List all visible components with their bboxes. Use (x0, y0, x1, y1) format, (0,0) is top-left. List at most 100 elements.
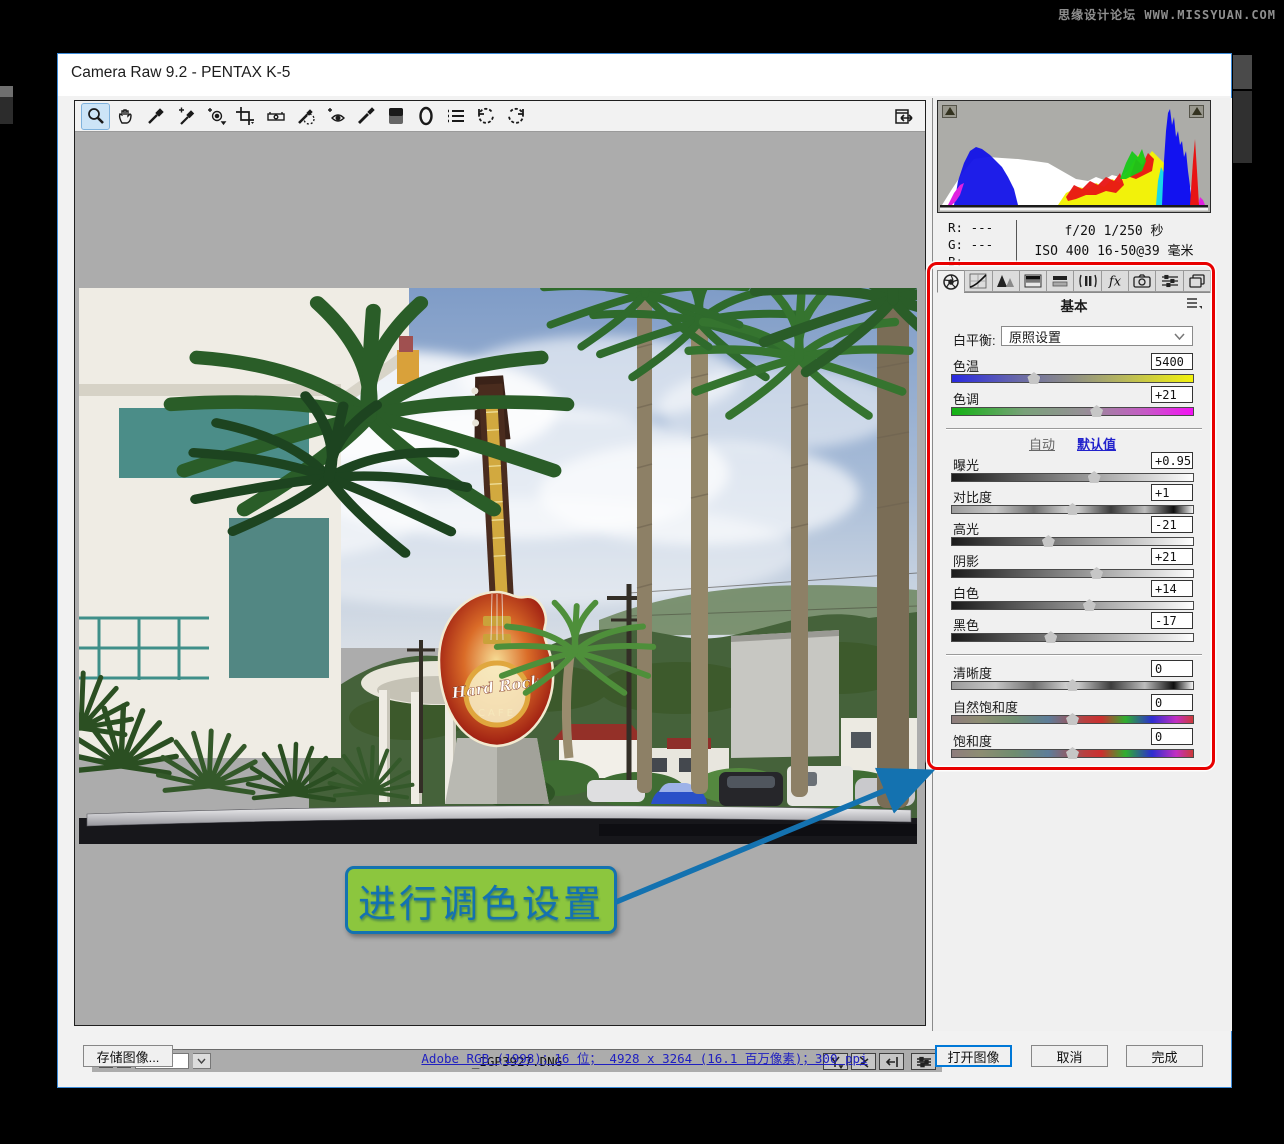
saturation-thumb[interactable] (1066, 747, 1079, 759)
rgb-readout: R: --- G: --- B: --- (948, 219, 993, 270)
shadow-clipping-toggle[interactable] (942, 105, 957, 118)
tint-label: 色调 (953, 389, 979, 408)
contrast-value[interactable]: +1 (1151, 484, 1193, 501)
tab-tone-curve[interactable] (964, 270, 991, 292)
exif-info: f/20 1/250 秒 ISO 400 16-50@39 毫米 (1018, 222, 1210, 262)
annotation-callout: 进行调色设置 (345, 866, 617, 934)
workflow-options-link[interactable]: Adobe RGB (1998)；16 位； 4928 x 3264 (16.1… (421, 1051, 867, 1066)
red-readout: R: --- (948, 219, 993, 236)
slider-vibrance: 自然饱和度 0 (951, 697, 1194, 727)
highlight-clipping-toggle[interactable] (1189, 105, 1204, 118)
clarity-track[interactable] (951, 681, 1194, 690)
exif-divider (1016, 220, 1017, 264)
annotation-text: 进行调色设置 (358, 873, 604, 928)
highlights-thumb[interactable] (1042, 535, 1055, 547)
default-link[interactable]: 默认值 (1077, 437, 1116, 452)
slider-saturation: 饱和度 0 (951, 731, 1194, 761)
background-window-fragment (0, 86, 13, 97)
shadows-value[interactable]: +21 (1151, 548, 1193, 565)
title-bar[interactable]: Camera Raw 9.2 - PENTAX K-5 (58, 54, 1231, 96)
background-window-fragment (1233, 55, 1252, 89)
slider-tint: 色调 +21 (951, 389, 1194, 419)
temperature-thumb[interactable] (1027, 372, 1040, 384)
auto-link[interactable]: 自动 (1029, 437, 1055, 452)
whites-label: 白色 (953, 583, 979, 602)
spot-removal-icon[interactable] (292, 104, 319, 129)
exposure-thumb[interactable] (1088, 471, 1101, 483)
tint-thumb[interactable] (1090, 405, 1103, 417)
tab-split-toning[interactable] (1046, 270, 1073, 292)
tab-presets[interactable] (1155, 270, 1182, 292)
red-eye-removal-icon[interactable] (322, 104, 349, 129)
slider-temperature: 色温 5400 (951, 356, 1194, 386)
whites-thumb[interactable] (1083, 599, 1096, 611)
white-balance-select[interactable]: 原照设置 (1001, 326, 1193, 346)
vibrance-value[interactable]: 0 (1151, 694, 1193, 711)
targeted-adjustment-icon[interactable] (202, 104, 229, 129)
preset-list-icon[interactable] (442, 104, 469, 129)
white-balance-eyedropper-icon[interactable] (142, 104, 169, 129)
green-readout: G: --- (948, 236, 993, 253)
straighten-tool-icon[interactable] (262, 104, 289, 129)
whites-track[interactable] (951, 601, 1194, 610)
photo-preview[interactable]: Hard Rock CAFE (79, 288, 917, 844)
vibrance-thumb[interactable] (1066, 713, 1079, 725)
hand-tool-icon[interactable] (112, 104, 139, 129)
saturation-track[interactable] (951, 749, 1194, 758)
open-image-button[interactable]: 打开图像 (935, 1045, 1012, 1067)
contrast-thumb[interactable] (1066, 503, 1079, 515)
toggle-fullscreen-icon[interactable] (892, 105, 916, 127)
tab-hsl-grayscale[interactable] (1019, 270, 1046, 292)
tools-toolbar (75, 101, 925, 132)
blacks-thumb[interactable] (1044, 631, 1057, 643)
temperature-label: 色温 (953, 356, 979, 375)
saturation-value[interactable]: 0 (1151, 728, 1193, 745)
shadows-thumb[interactable] (1090, 567, 1103, 579)
tint-track[interactable] (951, 407, 1194, 416)
color-sampler-icon[interactable] (172, 104, 199, 129)
blacks-value[interactable]: -17 (1151, 612, 1193, 629)
histogram-plot (938, 101, 1210, 212)
blacks-label: 黑色 (953, 615, 979, 634)
exposure-label: 曝光 (953, 455, 979, 474)
highlights-value[interactable]: -21 (1151, 516, 1193, 533)
slider-contrast: 对比度 +1 (951, 487, 1194, 517)
crop-tool-icon[interactable] (232, 104, 259, 129)
adjustment-brush-icon[interactable] (352, 104, 379, 129)
highlights-label: 高光 (953, 519, 979, 538)
slider-clarity: 清晰度 0 (951, 663, 1194, 693)
exposure-value[interactable]: +0.95 (1151, 452, 1193, 469)
clarity-label: 清晰度 (953, 663, 992, 682)
temperature-track[interactable] (951, 374, 1194, 383)
whites-value[interactable]: +14 (1151, 580, 1193, 597)
saturation-label: 饱和度 (953, 731, 992, 750)
tab-effects[interactable]: fx (1101, 270, 1128, 292)
contrast-track[interactable] (951, 505, 1194, 514)
tab-basic[interactable] (937, 270, 964, 293)
panel-menu-icon[interactable] (1186, 297, 1203, 310)
tab-lens-corrections[interactable] (1073, 270, 1100, 292)
temperature-value[interactable]: 5400 (1151, 353, 1193, 370)
rotate-left-icon[interactable] (472, 104, 499, 129)
graduated-filter-icon[interactable] (382, 104, 409, 129)
exposure-track[interactable] (951, 473, 1194, 482)
radial-filter-icon[interactable] (412, 104, 439, 129)
vibrance-track[interactable] (951, 715, 1194, 724)
tab-detail[interactable] (992, 270, 1019, 292)
done-button[interactable]: 完成 (1126, 1045, 1203, 1067)
tab-snapshots[interactable] (1183, 270, 1211, 292)
tint-value[interactable]: +21 (1151, 386, 1193, 403)
blacks-track[interactable] (951, 633, 1194, 642)
white-balance-value: 原照设置 (1009, 327, 1061, 346)
rotate-right-icon[interactable] (502, 104, 529, 129)
tab-camera-calibration[interactable] (1128, 270, 1155, 292)
highlight-clipping-icon (1192, 107, 1202, 115)
cancel-button[interactable]: 取消 (1031, 1045, 1108, 1067)
zoom-tool-icon[interactable] (82, 104, 109, 129)
shadows-track[interactable] (951, 569, 1194, 578)
clarity-value[interactable]: 0 (1151, 660, 1193, 677)
highlights-track[interactable] (951, 537, 1194, 546)
clarity-thumb[interactable] (1066, 679, 1079, 691)
iso-focal-label: ISO 400 16-50@39 毫米 (1018, 242, 1210, 262)
adjustment-tabs: fx (937, 270, 1211, 293)
